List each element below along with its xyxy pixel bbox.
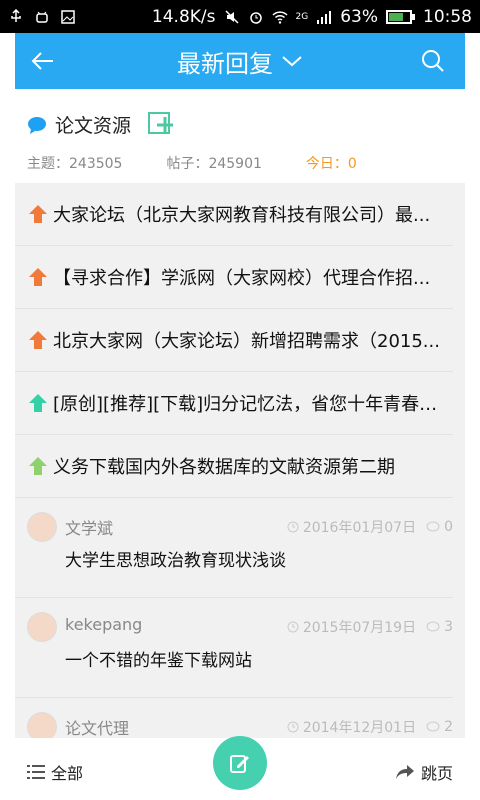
- today-count: 今日：0: [305, 156, 357, 172]
- forum-header: 论文资源 主题：243505 帖子：245901 今日：0: [15, 89, 465, 183]
- menu-icon: [27, 765, 45, 779]
- post-author: kekepang: [65, 615, 143, 634]
- wifi-icon: [271, 10, 288, 24]
- battery-percent: 63%: [340, 6, 378, 27]
- post-date: 2014年12月01日: [302, 720, 417, 736]
- avatar[interactable]: [27, 612, 57, 642]
- thread-list[interactable]: 大家论坛（北京大家网教育科技有限公司）最... 【寻求合作】学派网（大家网校）代…: [15, 183, 465, 738]
- forum-stats: 主题：243505 帖子：245901 今日：0: [27, 153, 401, 173]
- post-date: 2015年07月19日: [302, 620, 417, 636]
- alarm-icon: [249, 11, 262, 24]
- thread-title: 北京大家网（大家论坛）新增招聘需求（2015...: [53, 331, 440, 352]
- chevron-down-icon: [282, 56, 302, 67]
- jump-page-button[interactable]: 跳页: [395, 760, 453, 784]
- status-bar: 14.8K/s 2G 63% 10:58: [0, 0, 480, 33]
- page-title: 最新回复: [177, 49, 273, 78]
- edit-icon: [230, 755, 249, 773]
- network-speed: 14.8K/s: [151, 6, 216, 27]
- comment-icon: [426, 721, 440, 732]
- post-meta: 2015年07月19日 3: [287, 617, 453, 637]
- clock-icon: [287, 521, 299, 533]
- pinned-thread[interactable]: [原创][推荐][下载]归分记忆法，省您十年青春！...: [15, 372, 453, 435]
- screen: 14.8K/s 2G 63% 10:58 最新回复 论文资源 主题：243505…: [0, 0, 480, 800]
- pinned-thread[interactable]: 【寻求合作】学派网（大家网校）代理合作招...: [15, 246, 453, 309]
- post-date: 2016年01月07日: [302, 520, 417, 536]
- all-label: 全部: [51, 764, 84, 783]
- up-arrow-icon: [29, 457, 47, 475]
- up-arrow-icon: [29, 394, 47, 412]
- chat-bubble-icon: [28, 116, 46, 134]
- add-favorite-icon[interactable]: [147, 109, 175, 137]
- post-meta: 2014年12月01日 2: [287, 717, 453, 737]
- battery-icon: [386, 9, 415, 24]
- post-title: 大学生思想政治教育现状浅谈: [65, 551, 286, 571]
- forum-name: 论文资源: [55, 115, 132, 137]
- reply-count: 3: [444, 619, 453, 635]
- post-author: 文学斌: [65, 519, 114, 538]
- thread-title: 义务下载国内外各数据库的文献资源第二期: [53, 457, 395, 478]
- post-meta: 2016年01月07日 0: [287, 517, 453, 537]
- signal-icon: [317, 10, 332, 24]
- pinned-thread[interactable]: 义务下载国内外各数据库的文献资源第二期: [15, 435, 453, 498]
- post-item[interactable]: 论文代理 2014年12月01日 2: [15, 698, 453, 738]
- topics-count: 主题：243505: [27, 156, 123, 172]
- pinned-thread[interactable]: 大家论坛（北京大家网教育科技有限公司）最...: [15, 183, 453, 246]
- usb-icon: [11, 8, 21, 22]
- sort-dropdown[interactable]: 最新回复: [177, 44, 303, 79]
- clock-icon: [287, 721, 299, 733]
- thread-title: 大家论坛（北京大家网教育科技有限公司）最...: [53, 205, 431, 226]
- comment-icon: [426, 621, 440, 632]
- bottom-bar: 全部 跳页: [15, 736, 465, 800]
- pinned-thread[interactable]: 北京大家网（大家论坛）新增招聘需求（2015...: [15, 309, 453, 372]
- up-arrow-icon: [29, 205, 47, 223]
- share-arrow-icon: [395, 765, 414, 779]
- avatar[interactable]: [27, 712, 57, 738]
- thread-title: [原创][推荐][下载]归分记忆法，省您十年青春！...: [53, 394, 441, 415]
- avatar[interactable]: [27, 512, 57, 542]
- reply-count: 0: [444, 519, 453, 535]
- jump-label: 跳页: [420, 764, 453, 783]
- all-button[interactable]: 全部: [27, 760, 83, 784]
- app-bar: 最新回复: [15, 33, 465, 89]
- post-author: 论文代理: [65, 719, 130, 738]
- post-item[interactable]: kekepang 2015年07月19日 3 一个不错的年鉴下载网站: [15, 598, 453, 698]
- search-icon[interactable]: [419, 47, 447, 75]
- posts-count: 帖子：245901: [166, 156, 262, 172]
- up-arrow-icon: [29, 268, 47, 286]
- mute-icon: [224, 9, 239, 24]
- network-type: 2G: [295, 11, 309, 22]
- up-arrow-icon: [29, 331, 47, 349]
- clock: 10:58: [423, 6, 472, 27]
- image-icon: [61, 9, 75, 24]
- forum-title: 论文资源: [27, 111, 131, 138]
- reply-count: 2: [444, 719, 453, 735]
- android-icon: [36, 11, 48, 23]
- clock-icon: [287, 621, 299, 633]
- post-title: 一个不错的年鉴下载网站: [65, 651, 252, 671]
- thread-title: 【寻求合作】学派网（大家网校）代理合作招...: [53, 268, 431, 289]
- comment-icon: [426, 521, 440, 532]
- post-item[interactable]: 文学斌 2016年01月07日 0 大学生思想政治教育现状浅谈: [15, 498, 453, 598]
- back-arrow-icon[interactable]: [29, 47, 57, 75]
- compose-button[interactable]: [213, 736, 267, 790]
